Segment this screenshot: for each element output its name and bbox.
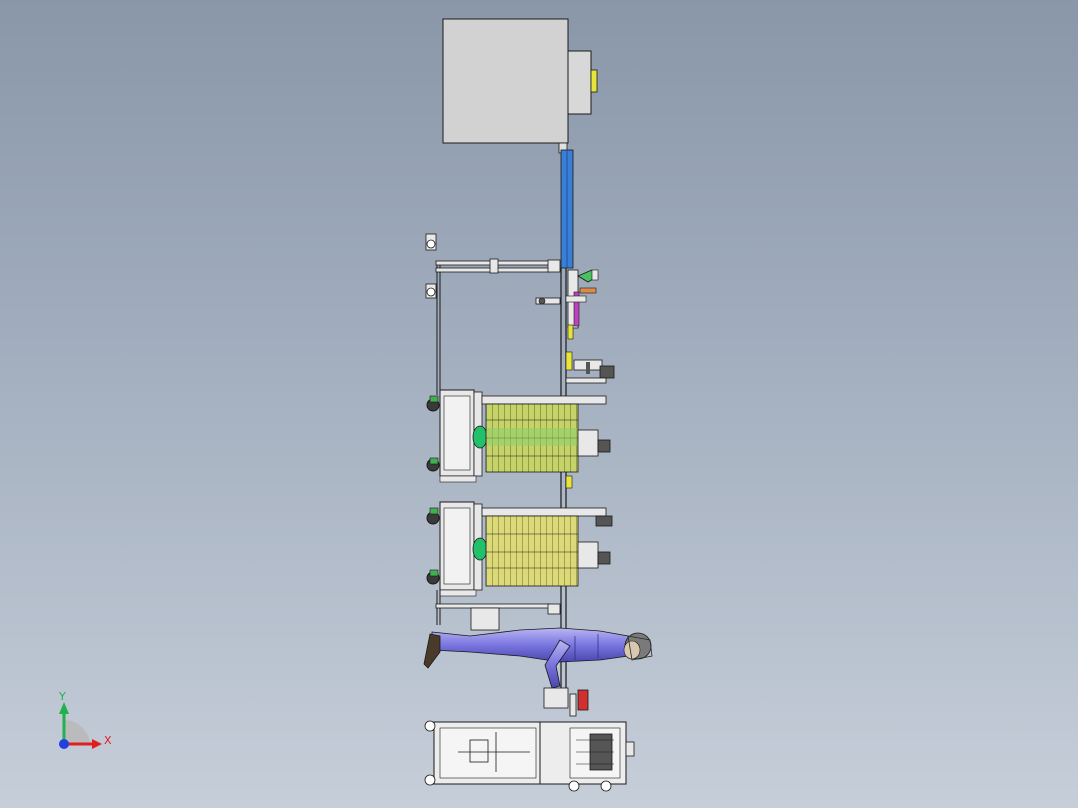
feeder-cabinet (442, 18, 598, 144)
rack-station-1 (426, 389, 611, 489)
assembly-drawing: Y X (58, 18, 653, 792)
cad-viewport[interactable]: Y X (0, 0, 1078, 808)
operator-figure (423, 627, 653, 689)
rack-station-2 (426, 501, 613, 597)
upper-frame (425, 233, 561, 299)
coordinate-triad: Y X (58, 690, 112, 749)
pick-station (535, 269, 599, 340)
valve-block (565, 351, 615, 384)
x-axis-label: X (104, 734, 112, 747)
y-axis-label: Y (58, 690, 66, 703)
z-axis-dot (59, 739, 69, 749)
bottom-work-cart (424, 687, 635, 792)
conveyor-beam (558, 142, 574, 269)
